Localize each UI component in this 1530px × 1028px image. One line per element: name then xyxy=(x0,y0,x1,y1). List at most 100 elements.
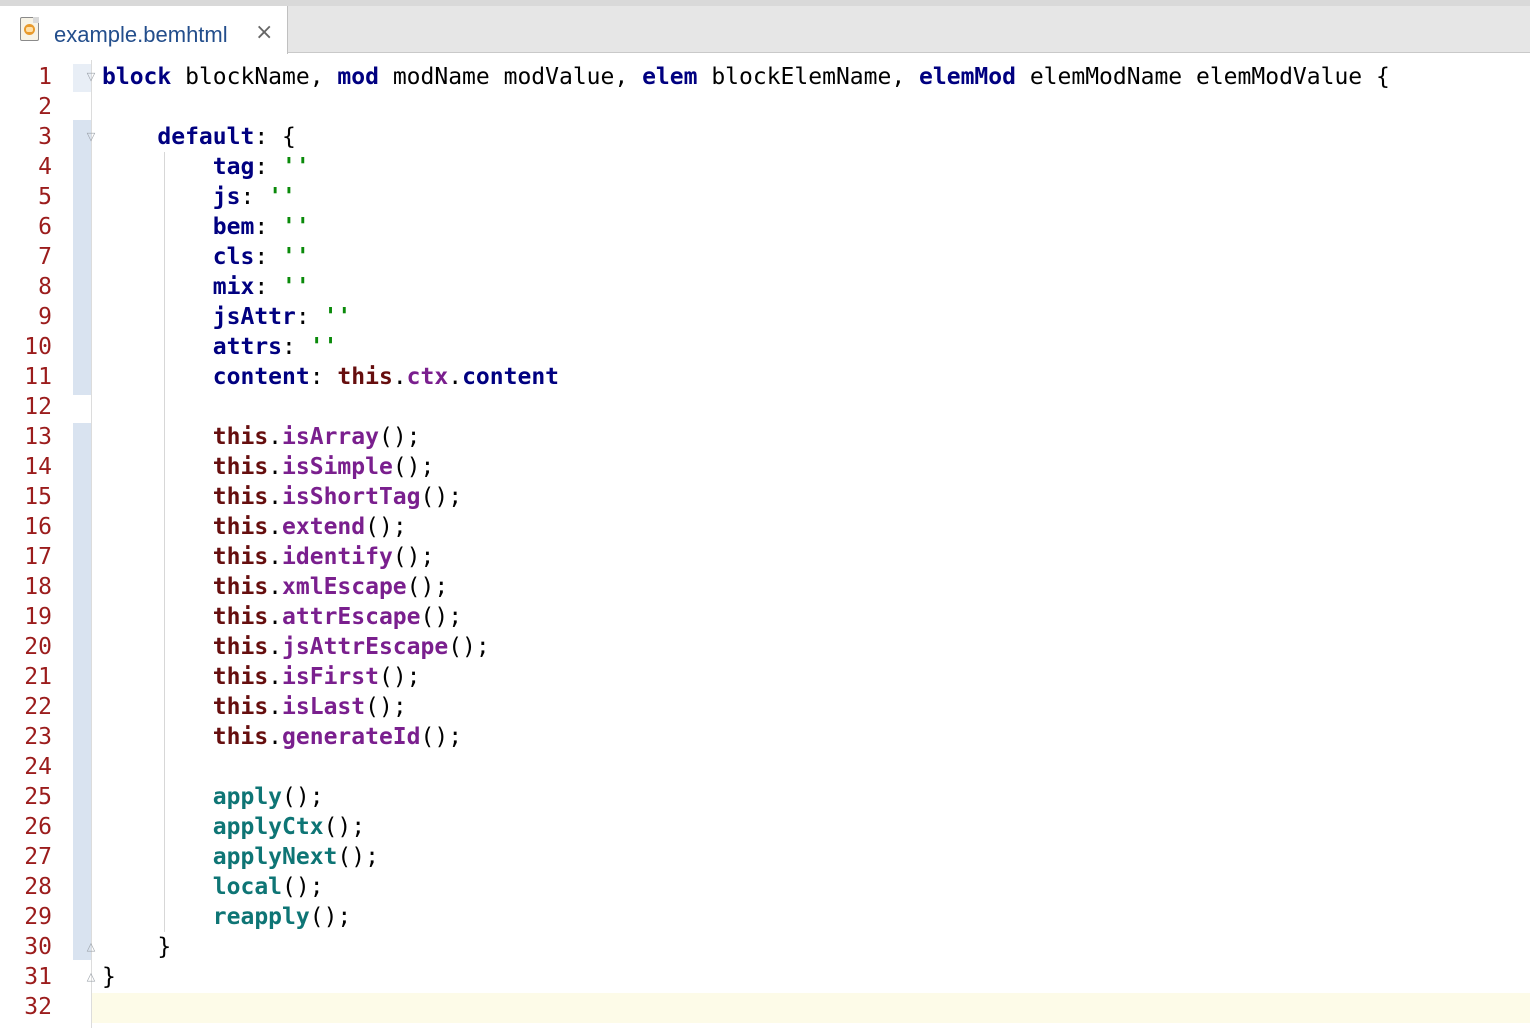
code-token: (); xyxy=(365,694,407,720)
line-number: 17 xyxy=(24,544,52,570)
code-line[interactable] xyxy=(102,752,1390,782)
code-token: this xyxy=(212,664,269,690)
code-line[interactable] xyxy=(102,92,1390,122)
code-line[interactable]: this.xmlEscape(); xyxy=(102,572,1390,602)
code-line[interactable]: this.identify(); xyxy=(102,542,1390,572)
line-number: 23 xyxy=(24,724,52,750)
code-token: applyNext xyxy=(212,844,338,870)
line-number: 11 xyxy=(24,364,52,390)
code-token: (); xyxy=(309,904,352,930)
code-line[interactable]: attrs: '' xyxy=(102,332,1390,362)
code-token: elem xyxy=(642,64,698,90)
fold-end-icon[interactable]: △ xyxy=(85,970,97,984)
code-token: . xyxy=(268,694,283,720)
code-token: isLast xyxy=(282,694,366,720)
line-number: 3 xyxy=(38,124,52,150)
code-line[interactable]: cls: '' xyxy=(102,242,1390,272)
code-token: content xyxy=(212,364,310,390)
code-token: . xyxy=(268,724,283,750)
code-token: (); xyxy=(392,454,435,480)
code-token: js xyxy=(212,184,241,210)
code-token: '' xyxy=(282,274,310,300)
code-token: this xyxy=(212,454,269,480)
code-line[interactable]: mix: '' xyxy=(102,272,1390,302)
line-number: 8 xyxy=(38,274,52,300)
code-token: (); xyxy=(392,544,435,570)
code-line[interactable]: bem: '' xyxy=(102,212,1390,242)
line-number: 26 xyxy=(24,814,52,840)
code-line[interactable]: this.jsAttrEscape(); xyxy=(102,632,1390,662)
line-number: 12 xyxy=(24,394,52,420)
code-line[interactable]: local(); xyxy=(102,872,1390,902)
code-line[interactable]: this.generateId(); xyxy=(102,722,1390,752)
line-number: 7 xyxy=(38,244,52,270)
code-token: local xyxy=(212,874,283,900)
close-icon[interactable]: × xyxy=(255,20,273,45)
code-token: . xyxy=(268,514,283,540)
code-line[interactable]: jsAttr: '' xyxy=(102,302,1390,332)
code-token: : xyxy=(254,274,283,300)
code-line[interactable] xyxy=(102,992,1390,1022)
code-line[interactable]: js: '' xyxy=(102,182,1390,212)
code-token: (); xyxy=(448,634,490,660)
code-token: extend xyxy=(282,514,366,540)
code-token: jsAttrEscape xyxy=(282,634,449,660)
code-token: . xyxy=(448,364,463,390)
code-line[interactable]: } xyxy=(102,962,1390,992)
line-number: 18 xyxy=(24,574,52,600)
code-token: this xyxy=(212,634,269,660)
line-number: 19 xyxy=(24,604,52,630)
code-token: ctx xyxy=(406,364,449,390)
code-token: : xyxy=(240,184,269,210)
code-token: '' xyxy=(282,214,310,240)
code-line[interactable]: this.isSimple(); xyxy=(102,452,1390,482)
code-line[interactable]: block blockName, mod modName modValue, e… xyxy=(102,62,1390,92)
code-line[interactable]: tag: '' xyxy=(102,152,1390,182)
code-line[interactable] xyxy=(102,392,1390,422)
code-token: xmlEscape xyxy=(282,574,407,600)
code-token: this xyxy=(212,694,269,720)
code-line[interactable]: this.attrEscape(); xyxy=(102,602,1390,632)
code-token: applyCtx xyxy=(212,814,324,840)
code-token: blockElemName, xyxy=(697,64,920,90)
code-token: } xyxy=(102,934,172,960)
code-token: this xyxy=(212,514,269,540)
code-line[interactable]: this.isLast(); xyxy=(102,692,1390,722)
code-line[interactable]: applyNext(); xyxy=(102,842,1390,872)
code-line[interactable]: apply(); xyxy=(102,782,1390,812)
fold-collapse-icon[interactable]: ▽ xyxy=(85,70,97,84)
fold-region-marker xyxy=(73,120,91,960)
code-line[interactable]: this.isArray(); xyxy=(102,422,1390,452)
code-token: (); xyxy=(378,664,421,690)
code-token: } xyxy=(102,964,116,990)
code-token: : xyxy=(295,304,324,330)
code-line[interactable]: default: { xyxy=(102,122,1390,152)
code-line[interactable]: reapply(); xyxy=(102,902,1390,932)
code-line[interactable]: this.isFirst(); xyxy=(102,662,1390,692)
code-line[interactable]: applyCtx(); xyxy=(102,812,1390,842)
line-number: 9 xyxy=(38,304,52,330)
code-line[interactable]: this.isShortTag(); xyxy=(102,482,1390,512)
tab-example-bemhtml[interactable]: example.bemhtml × xyxy=(0,6,288,54)
code-token: . xyxy=(268,634,283,660)
fold-collapse-icon[interactable]: ▽ xyxy=(85,130,97,144)
code-line[interactable]: } xyxy=(102,932,1390,962)
code-line[interactable]: content: this.ctx.content xyxy=(102,362,1390,392)
line-number: 24 xyxy=(24,754,52,780)
code-editor[interactable]: block blockName, mod modName modValue, e… xyxy=(102,62,1390,1022)
fold-end-icon[interactable]: △ xyxy=(85,940,97,954)
code-token: default xyxy=(157,124,255,150)
code-token: isArray xyxy=(282,424,379,450)
code-token: '' xyxy=(282,244,310,270)
code-line[interactable]: this.extend(); xyxy=(102,512,1390,542)
